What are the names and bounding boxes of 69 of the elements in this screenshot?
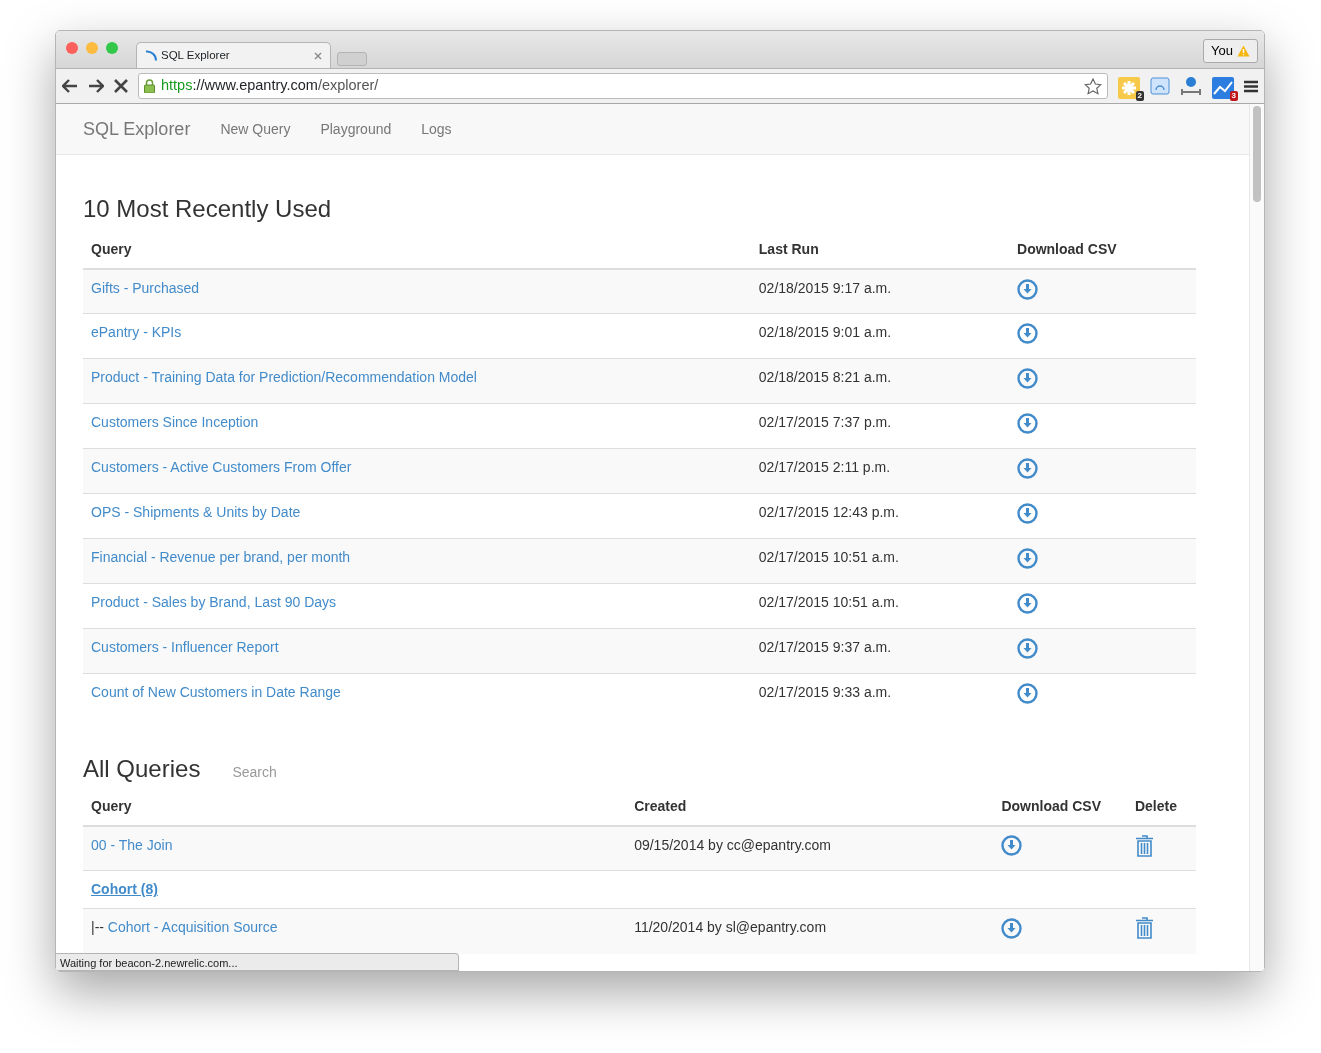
address-bar[interactable]: https://www.epantry.com/explorer/: [138, 73, 1108, 99]
column-header: Delete: [1126, 787, 1196, 826]
maximize-window-button[interactable]: [106, 41, 118, 54]
trash-icon[interactable]: [1134, 917, 1154, 940]
download-icon[interactable]: [1017, 638, 1038, 660]
speed-window-icon[interactable]: [1150, 77, 1170, 95]
notification-badge: 2: [1135, 91, 1144, 101]
query-link[interactable]: Customers - Active Customers From Offer: [91, 459, 352, 476]
table-cell: 02/17/2015 9:37 a.m.: [750, 628, 1009, 674]
column-header: Query: [83, 787, 627, 826]
status-bar: Waiting for beacon-2.newrelic.com...: [56, 953, 459, 971]
url-text: https://www.epantry.com/explorer/: [161, 76, 380, 96]
table-cell: 02/17/2015 2:11 p.m.: [750, 448, 1009, 494]
brand-link[interactable]: SQL Explorer: [83, 115, 191, 143]
column-header: Download CSV: [1009, 230, 1196, 269]
download-icon[interactable]: [1017, 458, 1038, 480]
nav-link[interactable]: Logs: [406, 118, 467, 140]
query-link[interactable]: Cohort - Acquisition Source: [107, 919, 278, 936]
table-cell: 02/17/2015 10:51 a.m.: [750, 538, 1009, 584]
download-icon[interactable]: [1017, 683, 1038, 705]
profile-button[interactable]: You: [1203, 39, 1258, 63]
query-link[interactable]: Count of New Customers in Date Range: [91, 684, 341, 701]
close-window-button[interactable]: [66, 41, 78, 54]
column-header: Created: [626, 787, 994, 826]
nav-link[interactable]: Playground: [305, 118, 407, 140]
download-icon[interactable]: [1017, 278, 1038, 300]
table-cell: 09/15/2014 by cc@epantry.com: [626, 825, 994, 871]
query-link[interactable]: Gifts - Purchased: [91, 279, 200, 296]
stop-icon[interactable]: [114, 79, 128, 93]
ruler-pin-icon[interactable]: [1180, 76, 1202, 96]
query-link[interactable]: ePantry - KPIs: [91, 324, 182, 341]
download-icon[interactable]: [1017, 413, 1038, 435]
trash-icon[interactable]: [1134, 834, 1154, 857]
query-link[interactable]: 00 - The Join: [91, 836, 173, 853]
back-icon[interactable]: [62, 79, 78, 93]
section-heading: 10 Most Recently Used: [83, 195, 333, 224]
folder-link[interactable]: Cohort (8): [91, 881, 158, 898]
download-icon[interactable]: [1001, 917, 1023, 939]
download-icon[interactable]: [1017, 368, 1038, 390]
download-icon[interactable]: [1017, 503, 1038, 525]
column-header: Last Run: [750, 230, 1009, 269]
warning-icon: [1237, 45, 1250, 57]
column-header: Download CSV: [993, 787, 1127, 826]
download-icon[interactable]: [1001, 835, 1023, 857]
forward-icon[interactable]: [88, 79, 104, 93]
menu-icon[interactable]: [1244, 79, 1258, 93]
query-link[interactable]: OPS - Shipments & Units by Date: [91, 504, 301, 521]
query-link[interactable]: Customers - Influencer Report: [91, 639, 279, 656]
query-link[interactable]: Financial - Revenue per brand, per month: [91, 549, 351, 566]
table-cell: 11/20/2014 by sl@epantry.com: [626, 908, 994, 954]
browser-tab[interactable]: SQL Explorer: [136, 42, 331, 68]
search-field[interactable]: Search: [230, 760, 391, 784]
table-cell: 02/18/2015 8:21 a.m.: [750, 358, 1009, 404]
bookmark-star-icon[interactable]: [1084, 77, 1102, 95]
section-heading: All Queries: [83, 754, 201, 784]
download-icon[interactable]: [1017, 548, 1038, 570]
query-link[interactable]: Product - Sales by Brand, Last 90 Days: [91, 594, 337, 611]
download-icon[interactable]: [1017, 323, 1038, 345]
query-link[interactable]: Customers Since Inception: [91, 414, 259, 431]
table-cell: 02/18/2015 9:17 a.m.: [750, 268, 1009, 314]
table-cell: 02/17/2015 9:33 a.m.: [750, 673, 1009, 719]
nav-link[interactable]: New Query: [205, 118, 306, 140]
lock-icon: [144, 79, 155, 93]
download-icon[interactable]: [1017, 593, 1038, 615]
close-tab-icon[interactable]: [314, 51, 322, 60]
tree-prefix: |--: [91, 919, 104, 936]
column-header: Query: [83, 230, 751, 269]
scrollbar-thumb[interactable]: [1253, 106, 1261, 202]
notification-badge: 3: [1229, 91, 1238, 101]
